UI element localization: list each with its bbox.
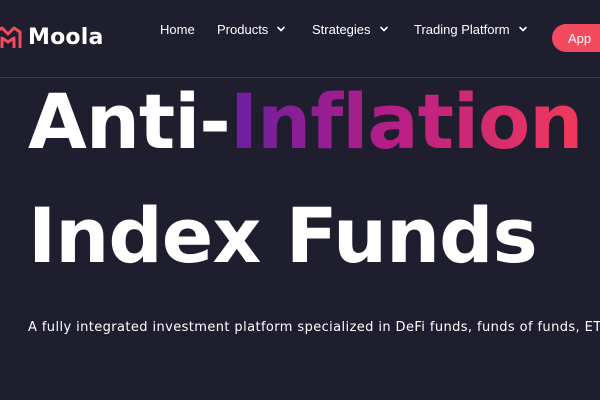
chevron-down-icon <box>379 26 388 32</box>
nav-trading-platform-label: Trading Platform <box>414 21 510 37</box>
hero-subtitle: A fully integrated investment platform s… <box>28 320 600 335</box>
nav-strategies[interactable]: Strategies <box>312 22 389 37</box>
nav-products[interactable]: Products <box>217 22 286 37</box>
moola-logo-icon <box>0 26 22 48</box>
site-header: Moola Home Products Strategies Trading P… <box>0 0 600 78</box>
nav-products-label: Products <box>217 21 269 37</box>
hero-title-inflation: Inflation <box>229 77 583 166</box>
page: Moola Home Products Strategies Trading P… <box>0 0 600 400</box>
nav-home-label: Home <box>160 21 195 37</box>
hero-title-line2: Index Funds <box>28 191 538 280</box>
nav-strategies-label: Strategies <box>312 21 371 37</box>
chevron-down-icon <box>277 26 286 32</box>
nav-trading-platform[interactable]: Trading Platform <box>414 22 528 37</box>
app-button[interactable]: App <box>552 24 600 52</box>
hero-title-anti: Anti- <box>28 77 231 166</box>
brand-logo[interactable]: Moola <box>0 24 104 50</box>
hero-title-line1: Anti-Inflation <box>28 84 583 160</box>
nav-home[interactable]: Home <box>160 22 195 37</box>
chevron-down-icon <box>518 26 527 32</box>
brand-name: Moola <box>28 24 104 50</box>
